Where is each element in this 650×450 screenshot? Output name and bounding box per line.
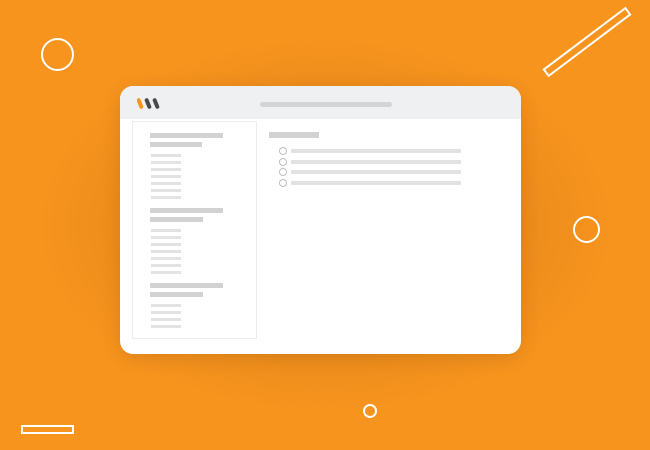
address-bar[interactable] — [260, 102, 392, 107]
sidebar-item[interactable] — [151, 250, 181, 253]
window-title-bar — [120, 86, 521, 119]
logo-stroke-dark — [152, 98, 160, 109]
sidebar-item[interactable] — [151, 189, 181, 192]
option-label — [291, 160, 461, 164]
bar-outline-decoration — [21, 425, 74, 434]
main-content — [257, 121, 521, 354]
option-label — [291, 181, 461, 185]
sidebar-section-heading — [150, 208, 223, 213]
diagonal-bar-decoration — [542, 6, 632, 78]
browser-window — [120, 86, 521, 354]
option-label — [291, 170, 461, 174]
sidebar-item[interactable] — [151, 229, 181, 232]
sidebar — [132, 121, 257, 339]
sidebar-item[interactable] — [151, 304, 181, 307]
sidebar-item[interactable] — [151, 161, 181, 164]
sidebar-item[interactable] — [151, 318, 181, 321]
radio-button[interactable] — [279, 158, 287, 166]
sidebar-section-heading — [150, 217, 203, 222]
sidebar-item[interactable] — [151, 182, 181, 185]
sidebar-item[interactable] — [151, 264, 181, 267]
sidebar-item[interactable] — [151, 271, 181, 274]
logo-stroke-dark — [144, 98, 152, 109]
logo-stroke-orange — [137, 98, 144, 109]
sidebar-item[interactable] — [151, 311, 181, 314]
radio-button[interactable] — [279, 147, 287, 155]
sidebar-item[interactable] — [151, 243, 181, 246]
content-title — [269, 132, 319, 138]
sidebar-item[interactable] — [151, 154, 181, 157]
sidebar-item[interactable] — [151, 168, 181, 171]
circle-outline-decoration — [573, 216, 600, 243]
sidebar-item[interactable] — [151, 257, 181, 260]
sidebar-section-heading — [150, 292, 203, 297]
sidebar-section-heading — [150, 133, 223, 138]
sidebar-section-heading — [150, 283, 223, 288]
sidebar-item[interactable] — [151, 175, 181, 178]
sidebar-item[interactable] — [151, 325, 181, 328]
circle-outline-decoration — [363, 404, 377, 418]
circle-outline-decoration — [41, 38, 74, 71]
sidebar-item[interactable] — [151, 236, 181, 239]
sidebar-item[interactable] — [151, 196, 181, 199]
app-logo-icon — [137, 98, 160, 109]
radio-button[interactable] — [279, 179, 287, 187]
option-label — [291, 149, 461, 153]
sidebar-section-heading — [150, 142, 202, 147]
radio-button[interactable] — [279, 168, 287, 176]
